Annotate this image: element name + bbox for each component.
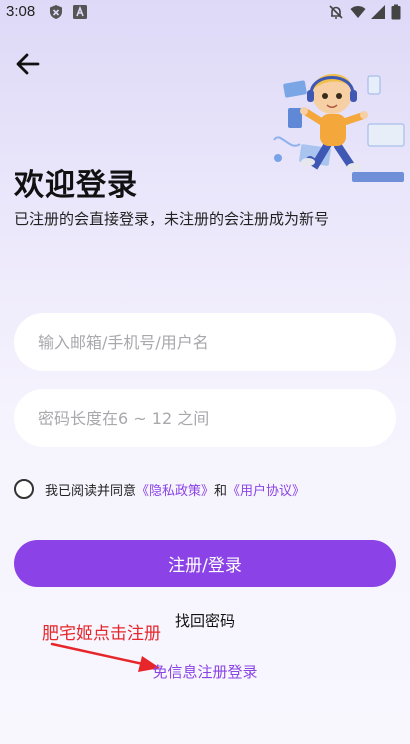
page-title: 欢迎登录 (14, 168, 138, 203)
password-field-container (14, 389, 396, 447)
privacy-policy-link[interactable]: 《隐私政策》 (136, 480, 214, 499)
password-input[interactable] (36, 407, 374, 429)
boy-with-devices-illustration (273, 73, 405, 182)
font-icon (73, 5, 87, 19)
status-bar: 3:08 (0, 0, 410, 26)
sms-free-login-link[interactable]: 免信息注册登录 (0, 661, 410, 682)
mute-icon (329, 5, 343, 19)
agreement-row: 我已阅读并同意 《隐私政策》 和 《用户协议》 (14, 476, 305, 502)
account-input[interactable] (36, 331, 374, 353)
wifi-icon (350, 6, 366, 18)
page-subtitle: 已注册的会直接登录，未注册的会注册成为新号 (14, 210, 330, 228)
agreement-and-text: 和 (214, 483, 228, 499)
shield-icon (50, 5, 62, 19)
agreement-text: 我已阅读并同意 (45, 483, 137, 499)
agreement-checkbox[interactable] (14, 479, 34, 499)
account-field-container (14, 313, 396, 371)
arrow-left-icon[interactable] (12, 48, 44, 80)
status-time: 3:08 (6, 3, 36, 20)
battery-icon (391, 4, 401, 20)
user-agreement-link[interactable]: 《用户协议》 (227, 480, 305, 499)
register-login-button[interactable]: 注册/登录 (14, 540, 396, 587)
signal-icon (371, 5, 385, 19)
